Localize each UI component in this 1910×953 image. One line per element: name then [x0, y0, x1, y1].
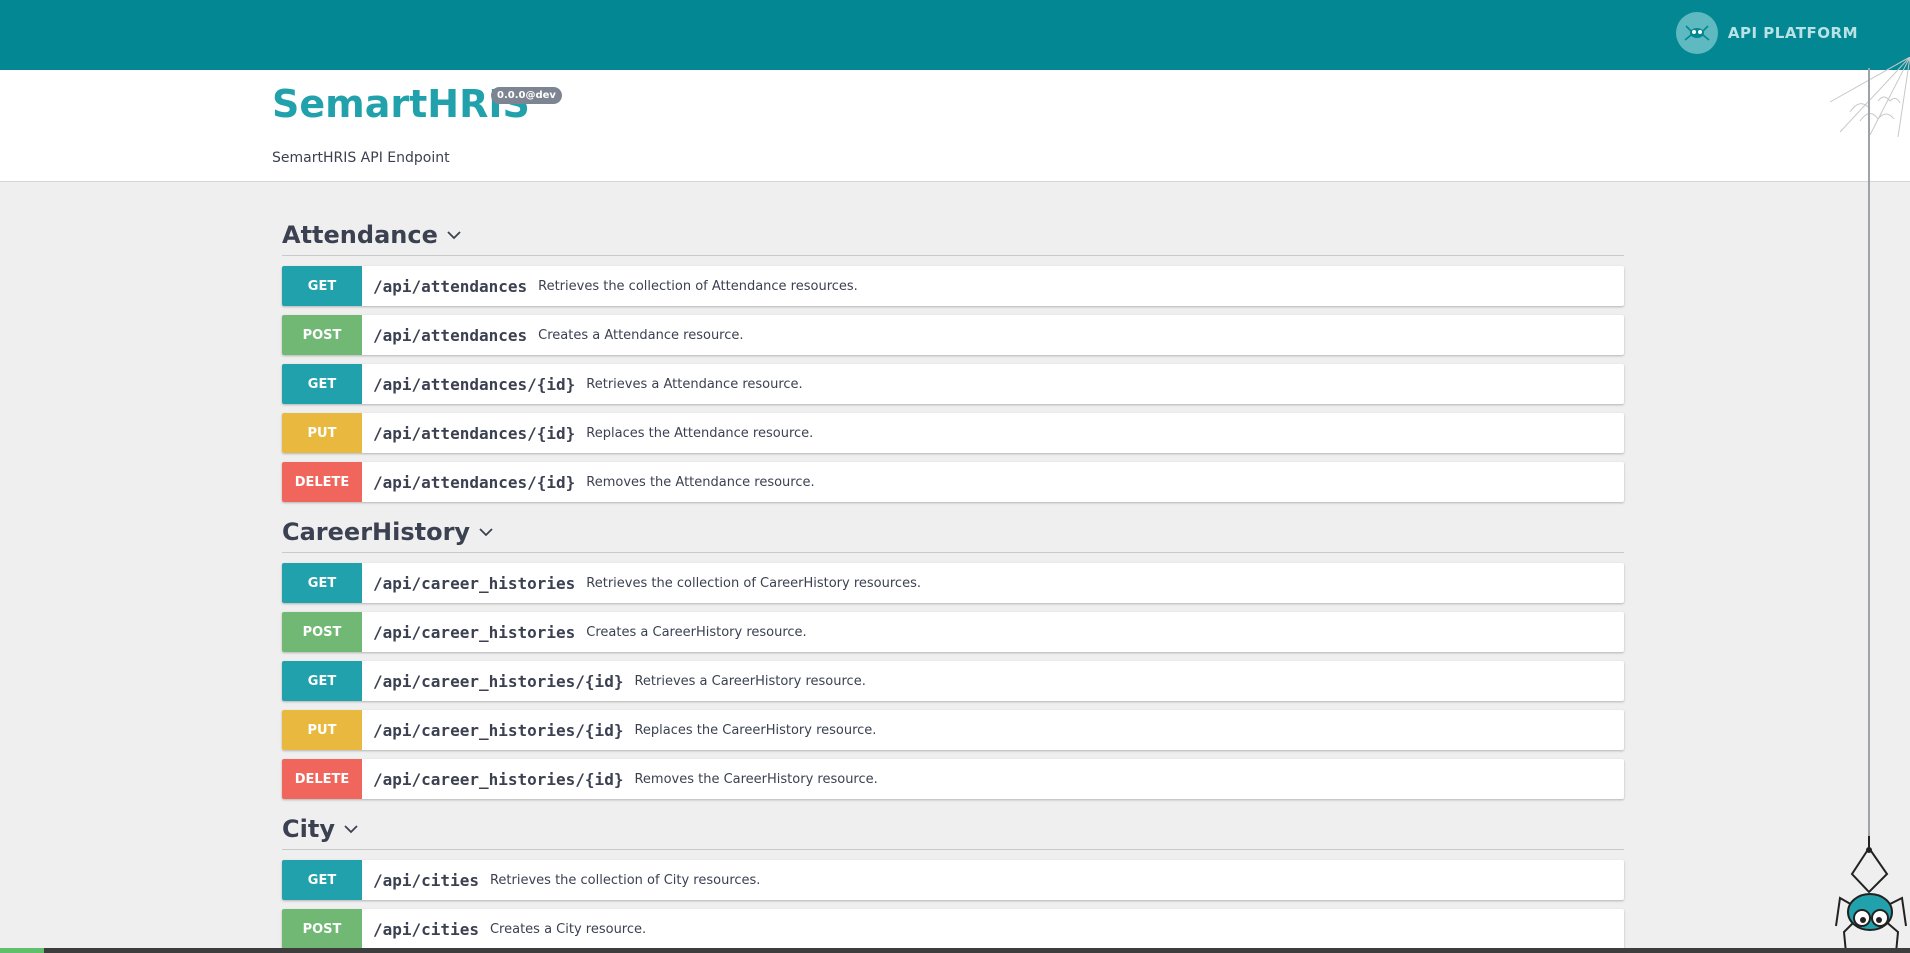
operation-row[interactable]: GET/api/attendances Retrieves the collect…: [282, 266, 1624, 306]
spider-mascot-icon[interactable]: [1832, 836, 1910, 953]
method-badge: GET: [282, 266, 362, 306]
operations-list: Attendance GET/api/attendances Retrieves t…: [282, 214, 1624, 953]
chevron-down-icon[interactable]: [446, 227, 462, 243]
operation-path: /api/career_histories/{id}: [373, 671, 624, 691]
operation-summary: Retrieves the collection of City resourc…: [489, 872, 761, 888]
operation-summary: Creates a CareerHistory resource.: [586, 624, 807, 640]
operation-path: /api/cities: [373, 870, 479, 890]
operation-summary: Retrieves a Attendance resource.: [586, 376, 803, 392]
operation-summary: Retrieves a CareerHistory resource.: [634, 673, 866, 689]
operation-path: /api/career_histories: [373, 622, 576, 642]
tag-section: Attendance GET/api/attendances Retrieves t…: [282, 214, 1624, 502]
method-badge: DELETE: [282, 759, 362, 799]
operation-summary: Removes the CareerHistory resource.: [634, 771, 878, 787]
operation-path: /api/attendances/{id}: [373, 472, 576, 492]
api-info-header: SemartHRIS 0.0.0@dev SemartHRIS API Endp…: [0, 70, 1910, 182]
operation-row[interactable]: DELETE/api/attendances/{id} Removes the A…: [282, 462, 1624, 502]
operation-path: /api/attendances/{id}: [373, 374, 576, 394]
chevron-down-icon[interactable]: [343, 821, 359, 837]
operation-summary: Creates a Attendance resource.: [538, 327, 744, 343]
operation-path: /api/attendances: [373, 325, 528, 345]
operation-row[interactable]: PUT/api/career_histories/{id} Replaces th…: [282, 710, 1624, 750]
operation-summary: Retrieves the collection of CareerHistor…: [586, 575, 921, 591]
method-badge: GET: [282, 364, 362, 404]
operation-row[interactable]: DELETE/api/career_histories/{id} Removes …: [282, 759, 1624, 799]
bottom-strip: [0, 948, 1910, 953]
operation-path: /api/cities: [373, 919, 479, 939]
operation-summary: Removes the Attendance resource.: [586, 474, 815, 490]
tag-section: City GET/api/cities Retrieves the collecti…: [282, 808, 1624, 949]
operation-path: /api/career_histories/{id}: [373, 720, 624, 740]
operation-summary: Retrieves the collection of Attendance r…: [538, 278, 858, 294]
api-title: SemartHRIS: [272, 82, 530, 126]
method-badge: GET: [282, 860, 362, 900]
operation-summary: Replaces the Attendance resource.: [586, 425, 814, 441]
version-badge: 0.0.0@dev: [491, 87, 562, 104]
method-badge: POST: [282, 909, 362, 949]
method-badge: POST: [282, 612, 362, 652]
operation-path: /api/career_histories/{id}: [373, 769, 624, 789]
bottom-strip-accent: [0, 948, 44, 953]
method-badge: GET: [282, 563, 362, 603]
operation-row[interactable]: GET/api/career_histories Retrieves the co…: [282, 563, 1624, 603]
api-platform-brand[interactable]: API PLATFORM: [1675, 12, 1858, 54]
chevron-down-icon[interactable]: [478, 524, 494, 540]
spider-logo-icon: [1675, 12, 1718, 54]
operation-summary: Creates a City resource.: [489, 921, 647, 937]
operation-path: /api/career_histories: [373, 573, 576, 593]
operation-row[interactable]: POST/api/cities Creates a City resource.: [282, 909, 1624, 949]
method-badge: PUT: [282, 710, 362, 750]
operation-path: /api/attendances: [373, 276, 528, 296]
operation-row[interactable]: GET/api/attendances/{id} Retrieves a Atte…: [282, 364, 1624, 404]
method-badge: POST: [282, 315, 362, 355]
method-badge: PUT: [282, 413, 362, 453]
tag-name: Attendance: [282, 220, 438, 249]
spider-thread: [1868, 68, 1870, 843]
top-bar: API PLATFORM: [0, 0, 1910, 70]
tag-name: CareerHistory: [282, 517, 471, 546]
operation-row[interactable]: POST/api/career_histories Creates a Caree…: [282, 612, 1624, 652]
tag-header[interactable]: Attendance: [282, 214, 1624, 256]
operation-row[interactable]: GET/api/cities Retrieves the collection o…: [282, 860, 1624, 900]
operation-row[interactable]: PUT/api/attendances/{id} Replaces the Att…: [282, 413, 1624, 453]
brand-text: API PLATFORM: [1727, 24, 1858, 42]
operation-row[interactable]: POST/api/attendances Creates a Attendance…: [282, 315, 1624, 355]
operation-row[interactable]: GET/api/career_histories/{id} Retrieves a…: [282, 661, 1624, 701]
method-badge: DELETE: [282, 462, 362, 502]
tag-section: CareerHistory GET/api/career_histories Ret…: [282, 511, 1624, 799]
spiderweb-decoration-icon: [1829, 57, 1910, 137]
operation-path: /api/attendances/{id}: [373, 423, 576, 443]
method-badge: GET: [282, 661, 362, 701]
tag-header[interactable]: CareerHistory: [282, 511, 1624, 553]
tag-name: City: [282, 814, 335, 843]
operation-summary: Replaces the CareerHistory resource.: [634, 722, 877, 738]
tag-header[interactable]: City: [282, 808, 1624, 850]
api-description: SemartHRIS API Endpoint: [272, 150, 450, 166]
